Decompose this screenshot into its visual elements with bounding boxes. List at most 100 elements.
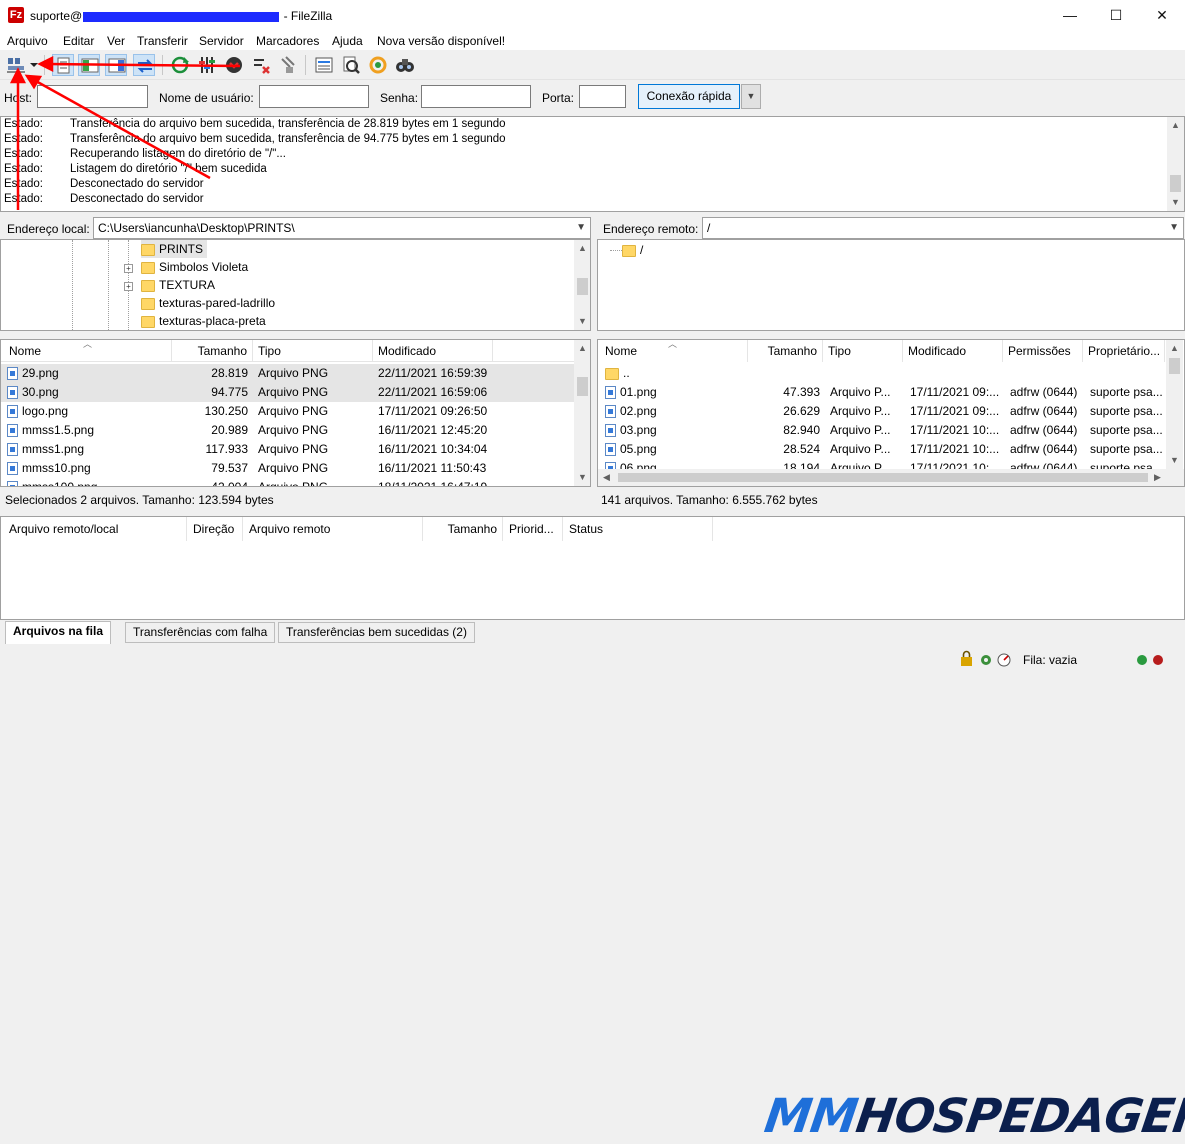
expand-icon[interactable]: +	[124, 282, 133, 291]
column-header[interactable]: Permissões	[1003, 340, 1083, 362]
remote-hscrollbar[interactable]: ◀ ▶	[598, 469, 1184, 486]
scroll-up-icon[interactable]: ▲	[1167, 117, 1184, 134]
queue-header[interactable]: Direção	[187, 517, 243, 541]
tree-item[interactable]: Simbolos Violeta	[141, 258, 248, 276]
menu-servidor[interactable]: Servidor	[199, 34, 244, 48]
scroll-down-icon[interactable]: ▼	[1167, 194, 1184, 211]
column-header[interactable]: Tipo	[823, 340, 903, 362]
table-row[interactable]: logo.png 130.250 Arquivo PNG 17/11/2021 09:…	[1, 402, 574, 421]
menu-ajuda[interactable]: Ajuda	[332, 34, 363, 48]
menu-ver[interactable]: Ver	[107, 34, 125, 48]
chevron-down-icon[interactable]: ▼	[1169, 218, 1179, 238]
minimize-button[interactable]: —	[1047, 0, 1093, 32]
queue-header[interactable]: Arquivo remoto	[243, 517, 423, 541]
site-manager-icon[interactable]	[5, 54, 27, 76]
dropdown-arrow-icon[interactable]	[28, 54, 40, 76]
chevron-down-icon[interactable]: ▼	[576, 218, 586, 238]
table-row[interactable]: mmss100.png 42.004 Arquivo PNG 18/11/2021 1…	[1, 478, 574, 486]
toggle-local-tree-icon[interactable]	[78, 54, 100, 76]
tab-queued-files[interactable]: Arquivos na fila	[5, 621, 112, 644]
table-row[interactable]: mmss1.png 117.933 Arquivo PNG 16/11/2021 10…	[1, 440, 574, 459]
remote-list-scrollbar[interactable]: ▲ ▼	[1166, 340, 1183, 469]
folder-icon	[141, 261, 155, 274]
table-row[interactable]: mmss10.png 79.537 Arquivo PNG 16/11/2021 11…	[1, 459, 574, 478]
cancel-icon[interactable]	[223, 54, 245, 76]
cell: 130.250	[204, 404, 248, 418]
tree-item[interactable]: texturas-placa-preta	[141, 312, 266, 330]
cell: Arquivo P...	[830, 423, 891, 437]
scroll-right-icon[interactable]: ▶	[1149, 469, 1166, 486]
cell: adfrw (0644)	[1010, 404, 1078, 418]
status-icons	[961, 650, 1011, 667]
tree-item[interactable]: TEXTURA	[141, 276, 215, 294]
menu-arquivo[interactable]: Arquivo	[7, 34, 48, 48]
toggle-queue-icon[interactable]	[133, 54, 155, 76]
menu-nova-versao[interactable]: Nova versão disponível!	[377, 34, 505, 48]
reconnect-icon[interactable]	[277, 54, 299, 76]
disconnect-icon[interactable]	[250, 54, 272, 76]
scroll-up-icon[interactable]: ▲	[574, 340, 590, 357]
tree-item[interactable]: PRINTS	[141, 240, 208, 258]
local-address-input[interactable]: C:\Users\iancunha\Desktop\PRINTS\ ▼	[93, 217, 591, 239]
table-row[interactable]: 05.png 28.524 Arquivo P... 17/11/2021 10:..…	[598, 440, 1166, 459]
menu-marcadores[interactable]: Marcadores	[256, 34, 319, 48]
local-list-scrollbar[interactable]: ▲ ▼	[574, 340, 590, 486]
column-header[interactable]: Tipo	[253, 340, 373, 362]
process-queue-icon[interactable]	[196, 54, 218, 76]
column-header[interactable]: Tamanho	[172, 340, 253, 362]
scroll-down-icon[interactable]: ▼	[574, 469, 590, 486]
column-header[interactable]: Tamanho	[748, 340, 823, 362]
toggle-remote-tree-icon[interactable]	[105, 54, 127, 76]
directory-filter-icon[interactable]	[313, 54, 335, 76]
search-icon[interactable]	[394, 54, 416, 76]
port-label: Porta:	[542, 91, 575, 105]
table-row[interactable]: mmss1.5.png 20.989 Arquivo PNG 16/11/2021 1…	[1, 421, 574, 440]
table-row[interactable]: 01.png 47.393 Arquivo P... 17/11/2021 09:..…	[598, 383, 1166, 402]
scroll-left-icon[interactable]: ◀	[598, 469, 615, 486]
tree-item[interactable]: /	[622, 241, 643, 259]
host-input[interactable]	[37, 85, 148, 108]
local-status: Selecionados 2 arquivos. Tamanho: 123.59…	[5, 493, 274, 507]
menu-transferir[interactable]: Transferir	[137, 34, 188, 48]
cell: 22/11/2021 16:59:06	[378, 385, 488, 399]
tab-failed-transfers[interactable]: Transferências com falha	[125, 622, 276, 643]
dir-compare-icon[interactable]	[340, 54, 362, 76]
table-row[interactable]: 30.png 94.775 Arquivo PNG 22/11/2021 16:59:…	[1, 383, 574, 402]
sync-browse-icon[interactable]	[367, 54, 389, 76]
menu-editar[interactable]: Editar	[63, 34, 94, 48]
port-input[interactable]	[579, 85, 626, 108]
quickconnect-button[interactable]: Conexão rápida	[638, 84, 740, 109]
close-button[interactable]: ✕	[1139, 0, 1185, 32]
scroll-up-icon[interactable]: ▲	[1166, 340, 1183, 357]
log-row: Estado: Desconectado do servidor	[4, 193, 204, 205]
password-input[interactable]	[421, 85, 531, 108]
column-header[interactable]: Modificado	[903, 340, 1003, 362]
queue-header[interactable]: Tamanho	[423, 517, 503, 541]
toggle-log-icon[interactable]	[52, 54, 74, 76]
tab-successful-transfers[interactable]: Transferências bem sucedidas (2)	[278, 622, 475, 643]
table-row[interactable]: 02.png 26.629 Arquivo P... 17/11/2021 09:..…	[598, 402, 1166, 421]
refresh-icon[interactable]	[169, 54, 191, 76]
maximize-button[interactable]: ☐	[1093, 0, 1139, 32]
quickconnect-dropdown-icon[interactable]: ▼	[741, 84, 761, 109]
table-row[interactable]: 29.png 28.819 Arquivo PNG 22/11/2021 16:59:…	[1, 364, 574, 383]
cell: suporte psa...	[1090, 423, 1163, 437]
column-header[interactable]: Modificado	[373, 340, 493, 362]
table-row[interactable]: ..	[598, 364, 1166, 383]
column-header[interactable]: Proprietário...	[1083, 340, 1165, 362]
queue-header[interactable]: Arquivo remoto/local	[3, 517, 187, 541]
file-name: 30.png	[22, 385, 59, 399]
local-tree-scrollbar[interactable]: ▲ ▼	[574, 240, 590, 330]
remote-address-input[interactable]: / ▼	[702, 217, 1184, 239]
queue-header[interactable]: Status	[563, 517, 713, 541]
scroll-down-icon[interactable]: ▼	[1166, 452, 1183, 469]
expand-icon[interactable]: +	[124, 264, 133, 273]
table-row[interactable]: 03.png 82.940 Arquivo P... 17/11/2021 10:..…	[598, 421, 1166, 440]
log-scrollbar[interactable]: ▲ ▼	[1167, 117, 1184, 211]
scroll-down-icon[interactable]: ▼	[574, 313, 590, 330]
scroll-up-icon[interactable]: ▲	[574, 240, 590, 257]
user-input[interactable]	[259, 85, 369, 108]
cell: 82.940	[783, 423, 820, 437]
tree-item[interactable]: texturas-pared-ladrillo	[141, 294, 275, 312]
queue-header[interactable]: Priorid...	[503, 517, 563, 541]
